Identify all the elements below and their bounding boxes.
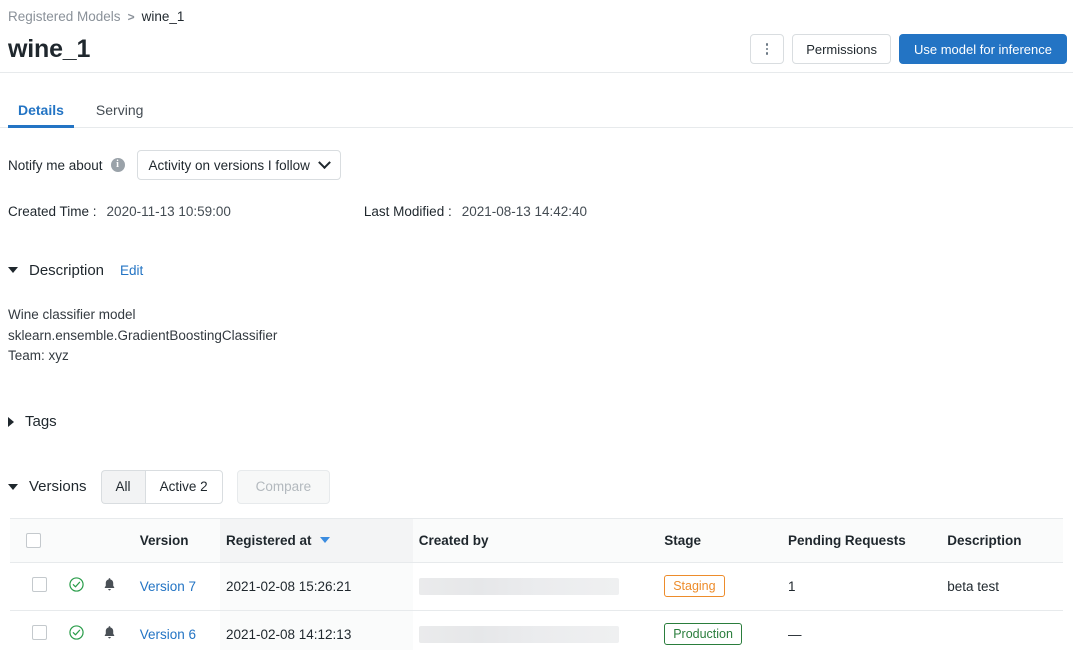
notify-row: Notify me about i Activity on versions I… bbox=[0, 150, 1073, 180]
check-circle-icon bbox=[69, 577, 84, 592]
row-pending-requests-cell: 1 bbox=[782, 562, 941, 610]
row-created-by-cell bbox=[413, 610, 658, 650]
header-actions: Permissions Use model for inference bbox=[750, 34, 1067, 64]
status-badge: Production bbox=[664, 623, 742, 645]
last-modified-value: 2021-08-13 14:42:40 bbox=[462, 204, 587, 219]
status-badge: Staging bbox=[664, 575, 724, 597]
column-label-created-by: Created by bbox=[419, 533, 489, 548]
tab-details[interactable]: Details bbox=[8, 102, 74, 127]
versions-section-header: Versions All Active 2 Compare bbox=[0, 470, 1073, 504]
description-section-header: Description Edit bbox=[0, 260, 1073, 280]
description-line: Wine classifier model bbox=[8, 305, 1073, 326]
vertical-dots-icon bbox=[766, 43, 769, 55]
row-version-cell: Version 7 bbox=[134, 562, 220, 610]
version-link[interactable]: Version 6 bbox=[140, 627, 196, 642]
column-header-pending-requests[interactable]: Pending Requests bbox=[782, 518, 941, 562]
compare-button[interactable]: Compare bbox=[237, 470, 331, 504]
row-stage-cell: Production bbox=[658, 610, 782, 650]
row-stage-cell: Staging bbox=[658, 562, 782, 610]
description-title: Description bbox=[29, 262, 104, 279]
row-notify-cell[interactable] bbox=[97, 610, 134, 650]
table-row[interactable]: Version 6 2021-02-08 14:12:13 Production… bbox=[10, 610, 1063, 650]
column-label-description: Description bbox=[947, 533, 1021, 548]
row-checkbox[interactable] bbox=[32, 577, 47, 592]
timestamps-row: Created Time : 2020-11-13 10:59:00 Last … bbox=[0, 202, 1073, 220]
check-circle-icon bbox=[69, 625, 84, 640]
row-select-cell bbox=[10, 610, 63, 650]
redacted-created-by bbox=[419, 578, 619, 595]
notify-select-value: Activity on versions I follow bbox=[149, 158, 310, 173]
breadcrumb-current: wine_1 bbox=[142, 9, 185, 24]
select-all-checkbox[interactable] bbox=[26, 533, 41, 548]
description-line: Team: xyz bbox=[8, 346, 1073, 367]
page-title: wine_1 bbox=[8, 37, 90, 62]
notify-header bbox=[97, 518, 134, 562]
created-time-value: 2020-11-13 10:59:00 bbox=[107, 204, 231, 219]
row-description-cell bbox=[941, 610, 1063, 650]
notify-select[interactable]: Activity on versions I follow bbox=[137, 150, 341, 180]
tab-serving[interactable]: Serving bbox=[86, 102, 153, 127]
row-created-by-cell bbox=[413, 562, 658, 610]
tab-bar: Details Serving bbox=[0, 86, 1073, 128]
select-all-header bbox=[10, 518, 63, 562]
versions-table: Version Registered at Created by Stage P… bbox=[10, 518, 1063, 650]
more-options-button[interactable] bbox=[750, 34, 784, 64]
row-select-cell bbox=[10, 562, 63, 610]
column-label-version: Version bbox=[140, 533, 189, 548]
breadcrumb-link-registered-models[interactable]: Registered Models bbox=[8, 9, 121, 24]
column-label-pending-requests: Pending Requests bbox=[788, 533, 906, 548]
column-label-stage: Stage bbox=[664, 533, 701, 548]
row-description-cell: beta test bbox=[941, 562, 1063, 610]
breadcrumb-separator-icon: > bbox=[128, 10, 135, 24]
tags-title: Tags bbox=[25, 413, 57, 430]
permissions-button[interactable]: Permissions bbox=[792, 34, 891, 64]
breadcrumb: Registered Models > wine_1 bbox=[0, 0, 1073, 26]
versions-filter-active[interactable]: Active 2 bbox=[145, 470, 223, 504]
description-body: Wine classifier model sklearn.ensemble.G… bbox=[0, 305, 1073, 367]
redacted-created-by bbox=[419, 626, 619, 643]
row-checkbox[interactable] bbox=[32, 625, 47, 640]
row-registered-at-cell: 2021-02-08 14:12:13 bbox=[220, 610, 413, 650]
sort-descending-icon bbox=[320, 537, 330, 543]
row-pending-requests-cell: — bbox=[782, 610, 941, 650]
row-registered-at-cell: 2021-02-08 15:26:21 bbox=[220, 562, 413, 610]
column-header-created-by[interactable]: Created by bbox=[413, 518, 658, 562]
row-status-cell bbox=[63, 610, 97, 650]
row-status-cell bbox=[63, 562, 97, 610]
notify-label: Notify me about bbox=[8, 158, 103, 173]
tags-section-header[interactable]: Tags bbox=[0, 412, 1073, 432]
table-header-row: Version Registered at Created by Stage P… bbox=[10, 518, 1063, 562]
bell-icon[interactable] bbox=[103, 625, 116, 640]
column-header-registered-at[interactable]: Registered at bbox=[220, 518, 413, 562]
versions-table-container: Version Registered at Created by Stage P… bbox=[0, 518, 1073, 650]
use-model-for-inference-button[interactable]: Use model for inference bbox=[899, 34, 1067, 64]
created-time-label: Created Time : bbox=[8, 204, 97, 219]
versions-filter-all[interactable]: All bbox=[101, 470, 145, 504]
description-edit-link[interactable]: Edit bbox=[120, 263, 143, 278]
column-label-registered-at: Registered at bbox=[226, 533, 312, 548]
page-header: wine_1 Permissions Use model for inferen… bbox=[0, 26, 1073, 72]
chevron-down-icon bbox=[318, 156, 331, 169]
row-version-cell: Version 6 bbox=[134, 610, 220, 650]
description-line: sklearn.ensemble.GradientBoostingClassif… bbox=[8, 326, 1073, 347]
column-header-version[interactable]: Version bbox=[134, 518, 220, 562]
column-header-description[interactable]: Description bbox=[941, 518, 1063, 562]
last-modified-label: Last Modified : bbox=[364, 204, 452, 219]
info-icon[interactable]: i bbox=[111, 158, 125, 172]
caret-down-icon-description[interactable] bbox=[8, 267, 18, 273]
status-header bbox=[63, 518, 97, 562]
versions-title: Versions bbox=[29, 478, 87, 495]
bell-icon[interactable] bbox=[103, 577, 116, 592]
table-row[interactable]: Version 7 2021-02-08 15:26:21 Staging 1 … bbox=[10, 562, 1063, 610]
version-link[interactable]: Version 7 bbox=[140, 579, 196, 594]
caret-right-icon-tags[interactable] bbox=[8, 417, 14, 427]
header-divider bbox=[0, 72, 1073, 73]
versions-filter-group: All Active 2 bbox=[101, 470, 223, 504]
caret-down-icon-versions[interactable] bbox=[8, 484, 18, 490]
row-notify-cell[interactable] bbox=[97, 562, 134, 610]
column-header-stage[interactable]: Stage bbox=[658, 518, 782, 562]
